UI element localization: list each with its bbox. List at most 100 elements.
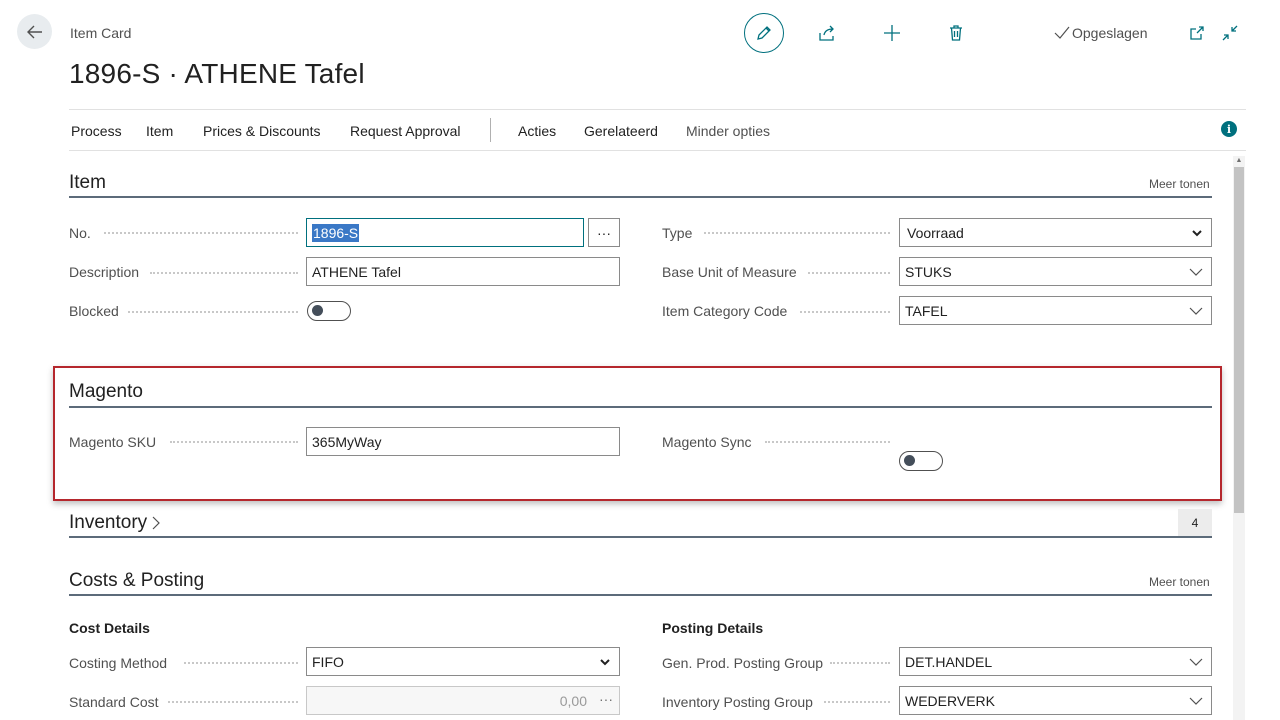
field-label-costing-method: Costing Method [69, 655, 168, 671]
action-acties[interactable]: Acties [518, 123, 556, 139]
info-icon[interactable]: i [1221, 121, 1237, 137]
inventory-posting-field[interactable]: WEDERVERK [899, 686, 1212, 715]
action-request-approval[interactable]: Request Approval [350, 123, 461, 139]
collapse-icon [1222, 25, 1238, 41]
type-value: Voorraad [907, 224, 964, 241]
field-label-no: No. [69, 225, 91, 241]
base-uom-value: STUKS [905, 263, 952, 280]
action-fewer-options[interactable]: Minder opties [686, 123, 770, 139]
pencil-icon [757, 26, 771, 40]
magento-sku-field[interactable]: 365MyWay [306, 427, 620, 456]
action-prices-discounts[interactable]: Prices & Discounts [203, 123, 320, 139]
section-divider-magento [69, 406, 1212, 408]
no-field-value: 1896-S [312, 223, 360, 242]
action-gerelateerd[interactable]: Gerelateerd [584, 123, 658, 139]
field-label-description: Description [69, 264, 140, 280]
section-title-magento[interactable]: Magento [69, 381, 143, 403]
no-field[interactable]: 1896-S [306, 218, 584, 247]
costing-method-value: FIFO [312, 653, 344, 670]
description-field[interactable]: ATHENE Tafel [306, 257, 620, 286]
show-more-costs[interactable]: Meer tonen [1149, 575, 1210, 589]
share-icon [819, 25, 834, 41]
saved-label: Opgeslagen [1072, 25, 1148, 41]
actionbar-divider-bottom [69, 150, 1246, 151]
label-leader [800, 311, 890, 313]
checkmark-icon [1054, 26, 1070, 39]
label-leader [184, 662, 298, 664]
open-new-window-button[interactable] [1185, 21, 1209, 45]
field-label-magento-sync: Magento Sync [662, 434, 752, 450]
chevron-down-icon [1192, 230, 1202, 237]
section-title-item[interactable]: Item [69, 172, 106, 194]
scrollbar-thumb[interactable] [1234, 167, 1244, 513]
label-leader [824, 701, 890, 703]
actionbar-separator [490, 118, 491, 142]
breadcrumb: Item Card [70, 25, 132, 41]
standard-cost-value: 0,00 [559, 692, 587, 709]
actionbar-divider-top [69, 109, 1246, 110]
back-button[interactable] [17, 14, 52, 49]
trash-icon [950, 25, 962, 41]
plus-icon [884, 25, 900, 41]
field-label-type: Type [662, 225, 693, 241]
field-label-blocked: Blocked [69, 303, 119, 319]
collapse-button[interactable] [1218, 21, 1242, 45]
chevron-down-icon[interactable] [1189, 305, 1203, 317]
description-value: ATHENE Tafel [312, 263, 401, 280]
action-item[interactable]: Item [146, 123, 173, 139]
label-leader [104, 232, 298, 234]
magento-sync-toggle[interactable] [899, 451, 943, 471]
label-leader [704, 232, 890, 234]
inventory-title-text: Inventory [69, 512, 148, 533]
category-field[interactable]: TAFEL [899, 296, 1212, 325]
section-title-inventory[interactable]: Inventory [69, 512, 161, 534]
category-value: TAFEL [905, 302, 948, 319]
section-divider-item [69, 196, 1212, 198]
standard-cost-field[interactable]: 0,00 ··· [306, 686, 620, 715]
field-label-gen-prod: Gen. Prod. Posting Group [662, 655, 824, 671]
action-process[interactable]: Process [71, 123, 122, 139]
no-lookup-button[interactable]: ··· [588, 218, 620, 247]
label-leader [830, 662, 890, 664]
field-label-magento-sku: Magento SKU [69, 434, 157, 450]
inv-posting-value: WEDERVERK [905, 692, 995, 709]
scroll-up-arrow[interactable]: ▲ [1234, 156, 1244, 166]
gen-prod-value: DET.HANDEL [905, 653, 993, 670]
label-leader [170, 441, 298, 443]
delete-button[interactable] [944, 21, 968, 45]
saved-status: Opgeslagen [1054, 25, 1148, 41]
chevron-down-icon[interactable] [1189, 656, 1203, 668]
costing-method-select[interactable]: FIFO [306, 647, 620, 676]
chevron-down-icon [600, 659, 610, 666]
toggle-knob [904, 455, 915, 466]
toggle-knob [312, 305, 323, 316]
blocked-toggle[interactable] [307, 301, 351, 321]
label-leader [150, 272, 298, 274]
share-button[interactable] [815, 21, 839, 45]
field-label-category: Item Category Code [662, 303, 788, 319]
arrow-left-icon [26, 25, 42, 38]
base-uom-field[interactable]: STUKS [899, 257, 1212, 286]
chevron-down-icon[interactable] [1189, 266, 1203, 278]
page-title: 1896-S · ATHENE Tafel [69, 58, 365, 89]
new-button[interactable] [880, 21, 904, 45]
label-leader [808, 272, 890, 274]
magento-sku-value: 365MyWay [312, 433, 382, 450]
label-leader [168, 701, 298, 703]
inventory-badge: 4 [1178, 509, 1212, 536]
cost-details-heading: Cost Details [69, 620, 150, 636]
open-in-new-icon [1190, 26, 1204, 40]
label-leader [128, 311, 298, 313]
standard-cost-lookup[interactable]: ··· [599, 691, 613, 707]
show-more-item[interactable]: Meer tonen [1149, 177, 1210, 191]
type-select[interactable]: Voorraad [899, 218, 1212, 247]
field-label-inv-posting: Inventory Posting Group [662, 694, 813, 710]
gen-prod-posting-field[interactable]: DET.HANDEL [899, 647, 1212, 676]
chevron-down-icon[interactable] [1189, 695, 1203, 707]
posting-details-heading: Posting Details [662, 620, 764, 636]
section-title-costs-posting[interactable]: Costs & Posting [69, 570, 204, 592]
edit-button[interactable] [744, 13, 784, 53]
section-divider-costs [69, 594, 1212, 596]
magento-highlight-box [53, 366, 1222, 501]
label-leader [765, 441, 890, 443]
